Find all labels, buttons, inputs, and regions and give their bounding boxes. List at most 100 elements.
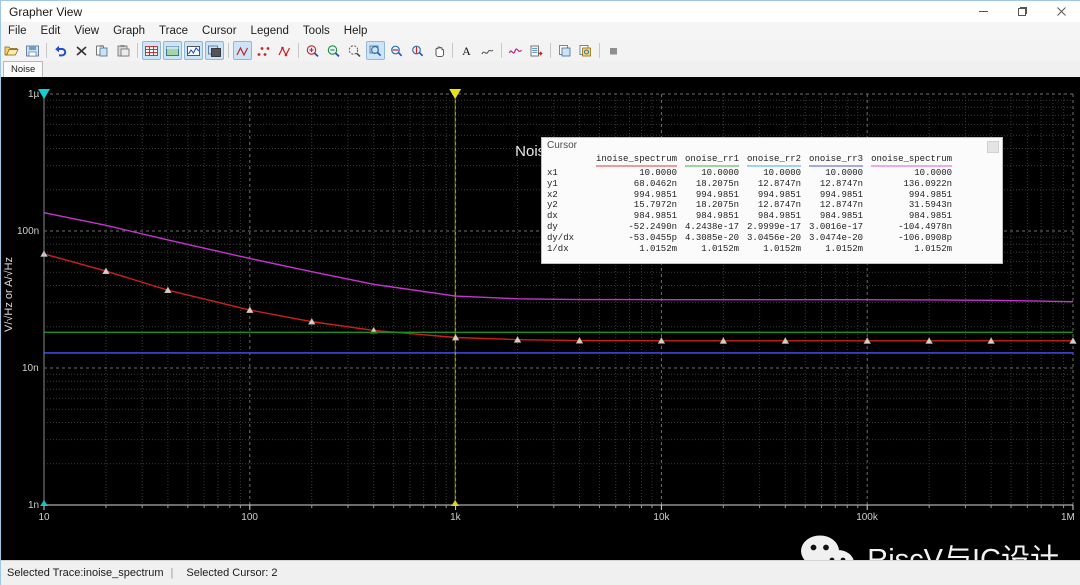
cursor-table-cell: 4.3085e-20 [685, 232, 740, 243]
plot-pane[interactable]: Noise A V/√Hz or A/√Hz Frequency (Hz) 10… [1, 77, 1080, 560]
cursor-table-cell: 10.0000 [914, 168, 953, 178]
menu-bar: File Edit View Graph Trace Cursor Legend… [1, 22, 1080, 41]
cursor-table-cell: 10.0000 [825, 168, 864, 178]
pan-icon[interactable] [429, 41, 448, 60]
toolbar-separator [599, 43, 600, 58]
menu-file[interactable]: File [1, 24, 34, 38]
print-icon[interactable] [555, 41, 574, 60]
cursor-table-row: x1 10.0000 10.0000 10.0000 10.0000 10.0000 [542, 168, 956, 179]
cursor-table-row: y2 15.7972n 18.2075n 12.8747n 12.8747n 31.594… [542, 200, 956, 211]
cursor-table-cell: 984.9851 [695, 211, 740, 222]
copy-icon[interactable] [93, 41, 112, 60]
cursor-table-row: x2 994.9851 994.9851 994.9851 994.9851 994.98… [542, 190, 956, 201]
cursor-table-cell: -104.4978n [898, 221, 953, 232]
legend-icon[interactable] [163, 41, 182, 60]
maximize-button[interactable] [1003, 1, 1042, 22]
close-button[interactable] [1042, 1, 1080, 22]
x-tick-label: 1M [1061, 512, 1075, 523]
export-data-icon[interactable] [527, 41, 546, 60]
menu-view[interactable]: View [67, 24, 106, 38]
delete-icon[interactable] [72, 41, 91, 60]
cursor-table-row-label: dy/dx [547, 232, 575, 243]
title-bar: Grapher View [1, 1, 1080, 23]
cursor-panel-header: Cursor [542, 138, 1002, 153]
menu-trace[interactable]: Trace [152, 24, 195, 38]
cursor-table-cell: 1.0152m [639, 243, 678, 254]
cursor-table-cell: 68.0462n [633, 178, 678, 189]
menu-cursor[interactable]: Cursor [195, 24, 244, 38]
line-trace-icon[interactable] [233, 41, 252, 60]
cursor-table-row-label: x2 [547, 189, 558, 200]
y-tick-label: 1µ [28, 88, 40, 100]
cursor-table-column-header: onoise_rr2 [743, 154, 805, 168]
toolbar-separator [137, 43, 138, 58]
toolbar-separator [501, 43, 502, 58]
cursor-table-cell: 1.0152m [701, 243, 740, 254]
status-selected-cursor: Selected Cursor: 2 [186, 567, 278, 579]
menu-edit[interactable]: Edit [34, 24, 68, 38]
cursor-panel-pin-button[interactable] [987, 141, 999, 153]
scatter-trace-icon[interactable] [254, 41, 273, 60]
menu-legend[interactable]: Legend [244, 24, 296, 38]
grid-icon[interactable] [142, 41, 161, 60]
wave-icon[interactable] [506, 41, 525, 60]
zoom-y-icon[interactable] [408, 41, 427, 60]
stop-icon[interactable] [604, 41, 623, 60]
svg-text:A: A [462, 44, 471, 58]
zoom-fit-icon[interactable] [366, 41, 385, 60]
cursor-table-cell: 12.8747n [757, 200, 802, 211]
paste-icon[interactable] [114, 41, 133, 60]
tab-noise[interactable]: Noise [3, 61, 44, 77]
toolbar-separator [298, 43, 299, 58]
zoom-out-icon[interactable] [324, 41, 343, 60]
cursor-table-cell: 3.0456e-20 [747, 232, 802, 243]
status-bar: Selected Trace:inoise_spectrum | Selecte… [1, 560, 1080, 585]
cursor-table-cell: 10.0000 [639, 168, 678, 178]
minimize-button[interactable] [964, 1, 1003, 22]
freehand-icon[interactable] [478, 41, 497, 60]
cursor-table-cell: -53.0455p [628, 232, 678, 243]
cursor-table-cell: 4.2438e-17 [685, 221, 740, 232]
undo-icon[interactable] [51, 41, 70, 60]
line-marker-trace-icon[interactable] [275, 41, 294, 60]
cursor-table-cell: 12.8747n [757, 178, 802, 189]
cursor-table-cell: 994.9851 [908, 189, 953, 200]
overlay-icon[interactable] [205, 41, 224, 60]
cursor-table-cell: 994.9851 [757, 189, 802, 200]
y-axis-label: V/√Hz or A/√Hz [3, 256, 15, 332]
toolbar-separator [228, 43, 229, 58]
cursor-table-cell: 12.8747n [819, 178, 864, 189]
menu-tools[interactable]: Tools [296, 24, 337, 38]
cursor-table-cell: 984.9851 [633, 211, 678, 222]
y-tick-label: 10n [22, 362, 39, 374]
text-annotation-icon[interactable]: A [457, 41, 476, 60]
window-title: Grapher View [9, 4, 83, 19]
cursor-table-row: dx 984.9851 984.9851 984.9851 984.9851 984.98… [542, 211, 956, 222]
zoom-x-icon[interactable] [387, 41, 406, 60]
cursor-table-cell: 31.5943n [908, 200, 953, 211]
cursor-table-cell: 984.9851 [819, 211, 864, 222]
cursor-table-cell: 10.0000 [701, 168, 740, 178]
x-tick-label: 100k [856, 512, 878, 523]
toolbar-separator [46, 43, 47, 58]
save-icon[interactable] [23, 41, 42, 60]
cursor-table-row: y1 68.0462n 18.2075n 12.8747n 12.8747n 136.09… [542, 179, 956, 190]
print-preview-icon[interactable] [576, 41, 595, 60]
axes-icon[interactable] [184, 41, 203, 60]
menu-help[interactable]: Help [337, 24, 375, 38]
menu-graph[interactable]: Graph [106, 24, 152, 38]
cursor-table-column-header: onoise_rr3 [805, 154, 867, 168]
y-tick-label: 100n [17, 225, 40, 237]
zoom-box-icon[interactable] [345, 41, 364, 60]
cursor-table-row-label: dx [547, 211, 558, 222]
cursor-table-cell: 1.0152m [825, 243, 864, 254]
cursor-values-table: inoise_spectrum onoise_rr1 onoise_rr2 onois… [542, 154, 956, 254]
cursor-panel[interactable]: Cursor inoise_spectrum onoise_rr1 onoise_r… [541, 137, 1003, 264]
zoom-in-icon[interactable] [303, 41, 322, 60]
cursor-table-row-label: y1 [547, 178, 558, 189]
cursor-table-cell: 994.9851 [633, 189, 678, 200]
status-selected-trace: Selected Trace:inoise_spectrum [7, 567, 164, 579]
cursor-table-column-header: onoise_spectrum [867, 154, 956, 168]
open-icon[interactable] [2, 41, 21, 60]
cursor-table-cell: 2.9999e-17 [747, 221, 802, 232]
